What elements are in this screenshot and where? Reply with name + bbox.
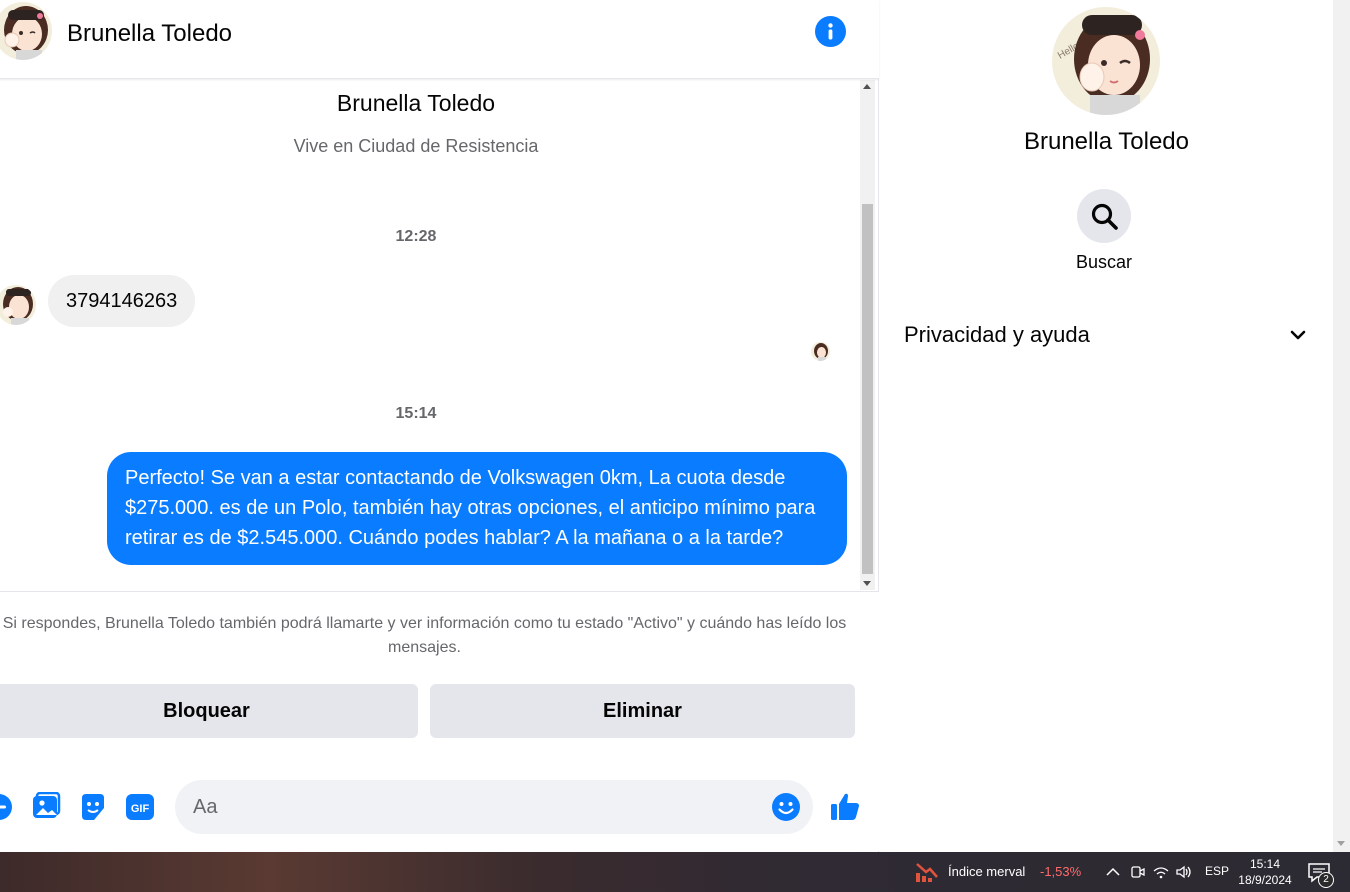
delete-button[interactable]: Eliminar: [430, 684, 855, 738]
privacy-label: Privacidad y ayuda: [904, 322, 1090, 347]
svg-text:GIF: GIF: [131, 803, 150, 815]
conversation-profile-subtitle: Vive en Ciudad de Resistencia: [293, 136, 539, 156]
notice-text: Si respondes, Brunella Toledo también po…: [2, 615, 847, 656]
outgoing-message-bubble[interactable]: Perfecto! Se van a estar contactando de …: [107, 452, 847, 565]
info-icon[interactable]: [815, 16, 846, 47]
windows-taskbar: Índice merval -1,53% ESP 15:14 18/9/2024…: [0, 852, 1350, 892]
sender-avatar[interactable]: [0, 285, 36, 325]
emoji-icon[interactable]: [771, 792, 801, 822]
scroll-down-arrow-icon[interactable]: [1337, 841, 1345, 846]
message-scrollbar[interactable]: [860, 80, 875, 590]
panel-contact-name: Brunella Toledo: [1023, 128, 1189, 155]
clock-time: 15:14: [1249, 857, 1281, 871]
chevron-down-icon: [1290, 330, 1306, 340]
show-hidden-icons-chevron-up-icon[interactable]: [1104, 863, 1122, 881]
panel-avatar[interactable]: Hello: [1052, 7, 1160, 115]
header-avatar[interactable]: [0, 2, 52, 60]
message-timestamp: 15:14: [395, 405, 437, 422]
clock-date: 18/9/2024: [1238, 873, 1292, 887]
gif-icon[interactable]: GIF: [125, 792, 155, 822]
notification-count-badge: 2: [1318, 872, 1334, 888]
search-icon: [1091, 203, 1118, 230]
scrollbar-thumb[interactable]: [862, 204, 873, 574]
stock-widget-change: -1,53%: [1040, 864, 1082, 879]
stock-widget-name[interactable]: Índice merval: [948, 864, 1025, 879]
language-indicator[interactable]: ESP: [1205, 864, 1229, 878]
message-input[interactable]: [193, 780, 763, 834]
sticker-icon[interactable]: [78, 792, 108, 822]
block-button[interactable]: Bloquear: [0, 684, 418, 738]
search-conversation-button[interactable]: [1077, 189, 1131, 243]
system-clock[interactable]: 15:14 18/9/2024: [1232, 856, 1298, 888]
read-receipt-avatar: [811, 342, 830, 361]
messenger-window: Brunella Toledo Brunella Toledo Vive en …: [0, 0, 1350, 852]
message-list: Brunella Toledo Vive en Ciudad de Resist…: [0, 80, 860, 590]
header-contact-name[interactable]: Brunella Toledo: [67, 20, 232, 48]
chat-header: Brunella Toledo: [0, 0, 879, 79]
scroll-down-arrow-icon[interactable]: [863, 581, 871, 586]
image-icon[interactable]: [31, 791, 61, 822]
meet-now-icon[interactable]: [1128, 863, 1146, 881]
conversation-profile-name: Brunella Toledo: [336, 90, 496, 116]
plus-icon[interactable]: [0, 792, 14, 822]
message-input-container: [175, 780, 813, 834]
chat-pane: Brunella Toledo Brunella Toledo Vive en …: [0, 0, 879, 852]
volume-icon[interactable]: [1175, 863, 1193, 881]
message-timestamp: 12:28: [395, 228, 437, 245]
search-label[interactable]: Buscar: [880, 252, 1328, 273]
like-icon[interactable]: [830, 791, 862, 823]
page-scrollbar[interactable]: [1333, 0, 1350, 852]
stock-trend-icon[interactable]: [915, 861, 939, 883]
wifi-icon[interactable]: [1152, 863, 1170, 881]
contact-info-panel: Hello Brunella Toledo Buscar Privacidad …: [880, 0, 1333, 852]
incoming-message-bubble[interactable]: 3794146263: [48, 275, 196, 327]
privacy-and-help-section[interactable]: Privacidad y ayuda: [904, 318, 1309, 352]
scroll-up-arrow-icon[interactable]: [863, 84, 871, 89]
